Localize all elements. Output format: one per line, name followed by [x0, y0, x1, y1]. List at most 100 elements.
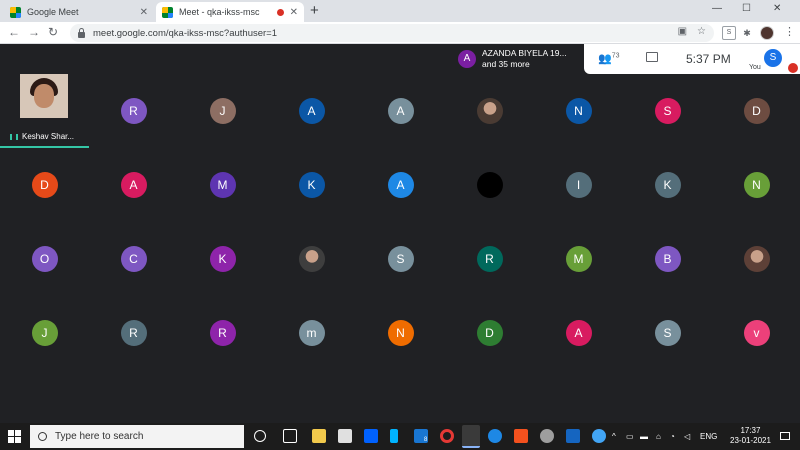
meet-top-controls: 👥73 5:37 PM S You	[584, 44, 800, 74]
participant-tile[interactable]: I	[534, 148, 623, 222]
participant-tile[interactable]: C	[89, 222, 178, 296]
participant-tile[interactable]: B	[623, 222, 712, 296]
dropbox-icon[interactable]	[364, 429, 378, 443]
participant-avatar: K	[298, 172, 325, 198]
help-icon[interactable]	[592, 429, 606, 443]
participant-tile[interactable]: R	[178, 296, 267, 370]
participant-tile[interactable]: J	[0, 296, 89, 370]
close-tab-icon[interactable]: ✕	[140, 7, 148, 18]
opera-icon[interactable]	[440, 429, 454, 443]
recording-indicator-icon	[276, 8, 284, 16]
back-icon[interactable]: ←	[8, 25, 20, 39]
participant-tile[interactable]: A	[356, 148, 445, 222]
tab-meet-call[interactable]: Meet - qka-ikss-msc ✕	[156, 2, 304, 22]
tray-app-icon[interactable]: ▭	[626, 432, 634, 441]
participant-tile[interactable]: K	[178, 222, 267, 296]
participant-avatar: v	[743, 320, 770, 346]
participant-tile[interactable]	[267, 222, 356, 296]
profile-avatar[interactable]	[760, 26, 774, 40]
participant-tile[interactable]: D	[712, 74, 800, 148]
participant-tile[interactable]: J	[178, 74, 267, 148]
new-tab-button[interactable]: +	[310, 2, 319, 19]
participant-tile[interactable]: A	[356, 74, 445, 148]
participant-avatar: C	[120, 246, 147, 272]
participant-tile[interactable]: K	[267, 148, 356, 222]
start-button[interactable]	[8, 430, 21, 443]
reload-icon[interactable]: ↻	[48, 25, 58, 39]
participant-tile[interactable]: D	[445, 296, 534, 370]
volume-icon[interactable]: ◁	[684, 432, 690, 441]
taskbar-search[interactable]: Type here to search	[30, 425, 244, 448]
battery-icon[interactable]: ▬	[640, 432, 648, 441]
participant-tile[interactable]: N	[712, 148, 800, 222]
camera-icon[interactable]: ▣	[678, 26, 687, 37]
cortana-icon[interactable]	[254, 430, 266, 442]
taskbar-date: 23-01-2021	[730, 436, 771, 445]
participant-tile[interactable]: R	[89, 74, 178, 148]
participant-tile[interactable]: O	[0, 222, 89, 296]
people-button[interactable]: 👥73	[598, 52, 620, 65]
tray-chevron-icon[interactable]: ^	[612, 432, 616, 441]
forward-icon[interactable]: →	[28, 25, 40, 39]
file-explorer-icon[interactable]	[312, 429, 326, 443]
vscode-icon[interactable]	[390, 429, 398, 443]
word-icon[interactable]	[566, 429, 580, 443]
bookmark-star-icon[interactable]: ☆	[697, 26, 706, 37]
close-tab-icon[interactable]: ✕	[290, 7, 298, 18]
browser-menu-icon[interactable]: ⋮	[784, 25, 795, 38]
participant-tile[interactable]: N	[356, 296, 445, 370]
participant-avatar: K	[654, 172, 681, 198]
participant-photo	[743, 246, 770, 272]
tool-icon[interactable]	[540, 429, 554, 443]
participant-tile[interactable]: A	[267, 74, 356, 148]
participant-tile[interactable]: K	[623, 148, 712, 222]
participant-tile[interactable]: R	[89, 296, 178, 370]
edge-icon[interactable]	[488, 429, 502, 443]
participant-avatar: M	[565, 246, 592, 272]
participant-tile[interactable]: v	[712, 296, 800, 370]
language-indicator[interactable]: ENG	[700, 432, 717, 441]
chat-icon[interactable]	[646, 52, 658, 62]
maximize-icon[interactable]: ☐	[742, 3, 751, 14]
participant-photo	[476, 98, 503, 124]
pdf-icon[interactable]	[514, 429, 528, 443]
participant-tile[interactable]: S	[356, 222, 445, 296]
participant-tile[interactable]: S	[623, 74, 712, 148]
task-view-icon[interactable]	[283, 429, 297, 443]
participant-photo	[298, 246, 325, 272]
participant-avatar: A	[298, 98, 325, 124]
participant-avatar: I	[565, 172, 592, 198]
taskbar-clock[interactable]: 17:37 23-01-2021	[730, 426, 771, 446]
address-bar[interactable]: meet.google.com/qka-ikss-msc?authuser=1 …	[70, 24, 714, 42]
participant-avatar: S	[654, 98, 681, 124]
participant-tile[interactable]: M	[534, 222, 623, 296]
wifi-icon[interactable]: ◔	[670, 432, 675, 441]
participant-tile[interactable]: N	[534, 74, 623, 148]
network-icon[interactable]: ⌂	[656, 432, 661, 441]
tab-google-meet[interactable]: Google Meet ✕	[4, 2, 154, 22]
puzzle-icon[interactable]: ✱	[740, 26, 754, 40]
participant-tile[interactable]: A	[534, 296, 623, 370]
participant-tile[interactable]: R	[445, 222, 534, 296]
lock-icon	[78, 27, 85, 38]
participant-tile[interactable]	[445, 74, 534, 148]
minimize-icon[interactable]: —	[712, 3, 722, 14]
participant-avatar: R	[209, 320, 236, 346]
chrome-icon[interactable]	[462, 425, 480, 448]
notification-center-icon[interactable]	[780, 432, 790, 440]
participant-tile[interactable]: S	[623, 296, 712, 370]
participant-avatar: K	[209, 246, 236, 272]
participant-tile[interactable]	[445, 148, 534, 222]
participant-tile[interactable]: A	[89, 148, 178, 222]
participant-tile[interactable]: M	[178, 148, 267, 222]
participant-avatar: A	[387, 98, 414, 124]
extension-icon[interactable]: S	[722, 26, 736, 40]
close-window-icon[interactable]: ✕	[773, 3, 781, 14]
store-icon[interactable]	[338, 429, 352, 443]
tab-strip: Google Meet ✕ Meet - qka-ikss-msc ✕ + — …	[0, 0, 800, 22]
participant-tile[interactable]: m	[267, 296, 356, 370]
participant-avatar: D	[31, 172, 58, 198]
participant-tile[interactable]	[712, 222, 800, 296]
participant-tile[interactable]: D	[0, 148, 89, 222]
self-avatar[interactable]: S	[764, 49, 782, 67]
